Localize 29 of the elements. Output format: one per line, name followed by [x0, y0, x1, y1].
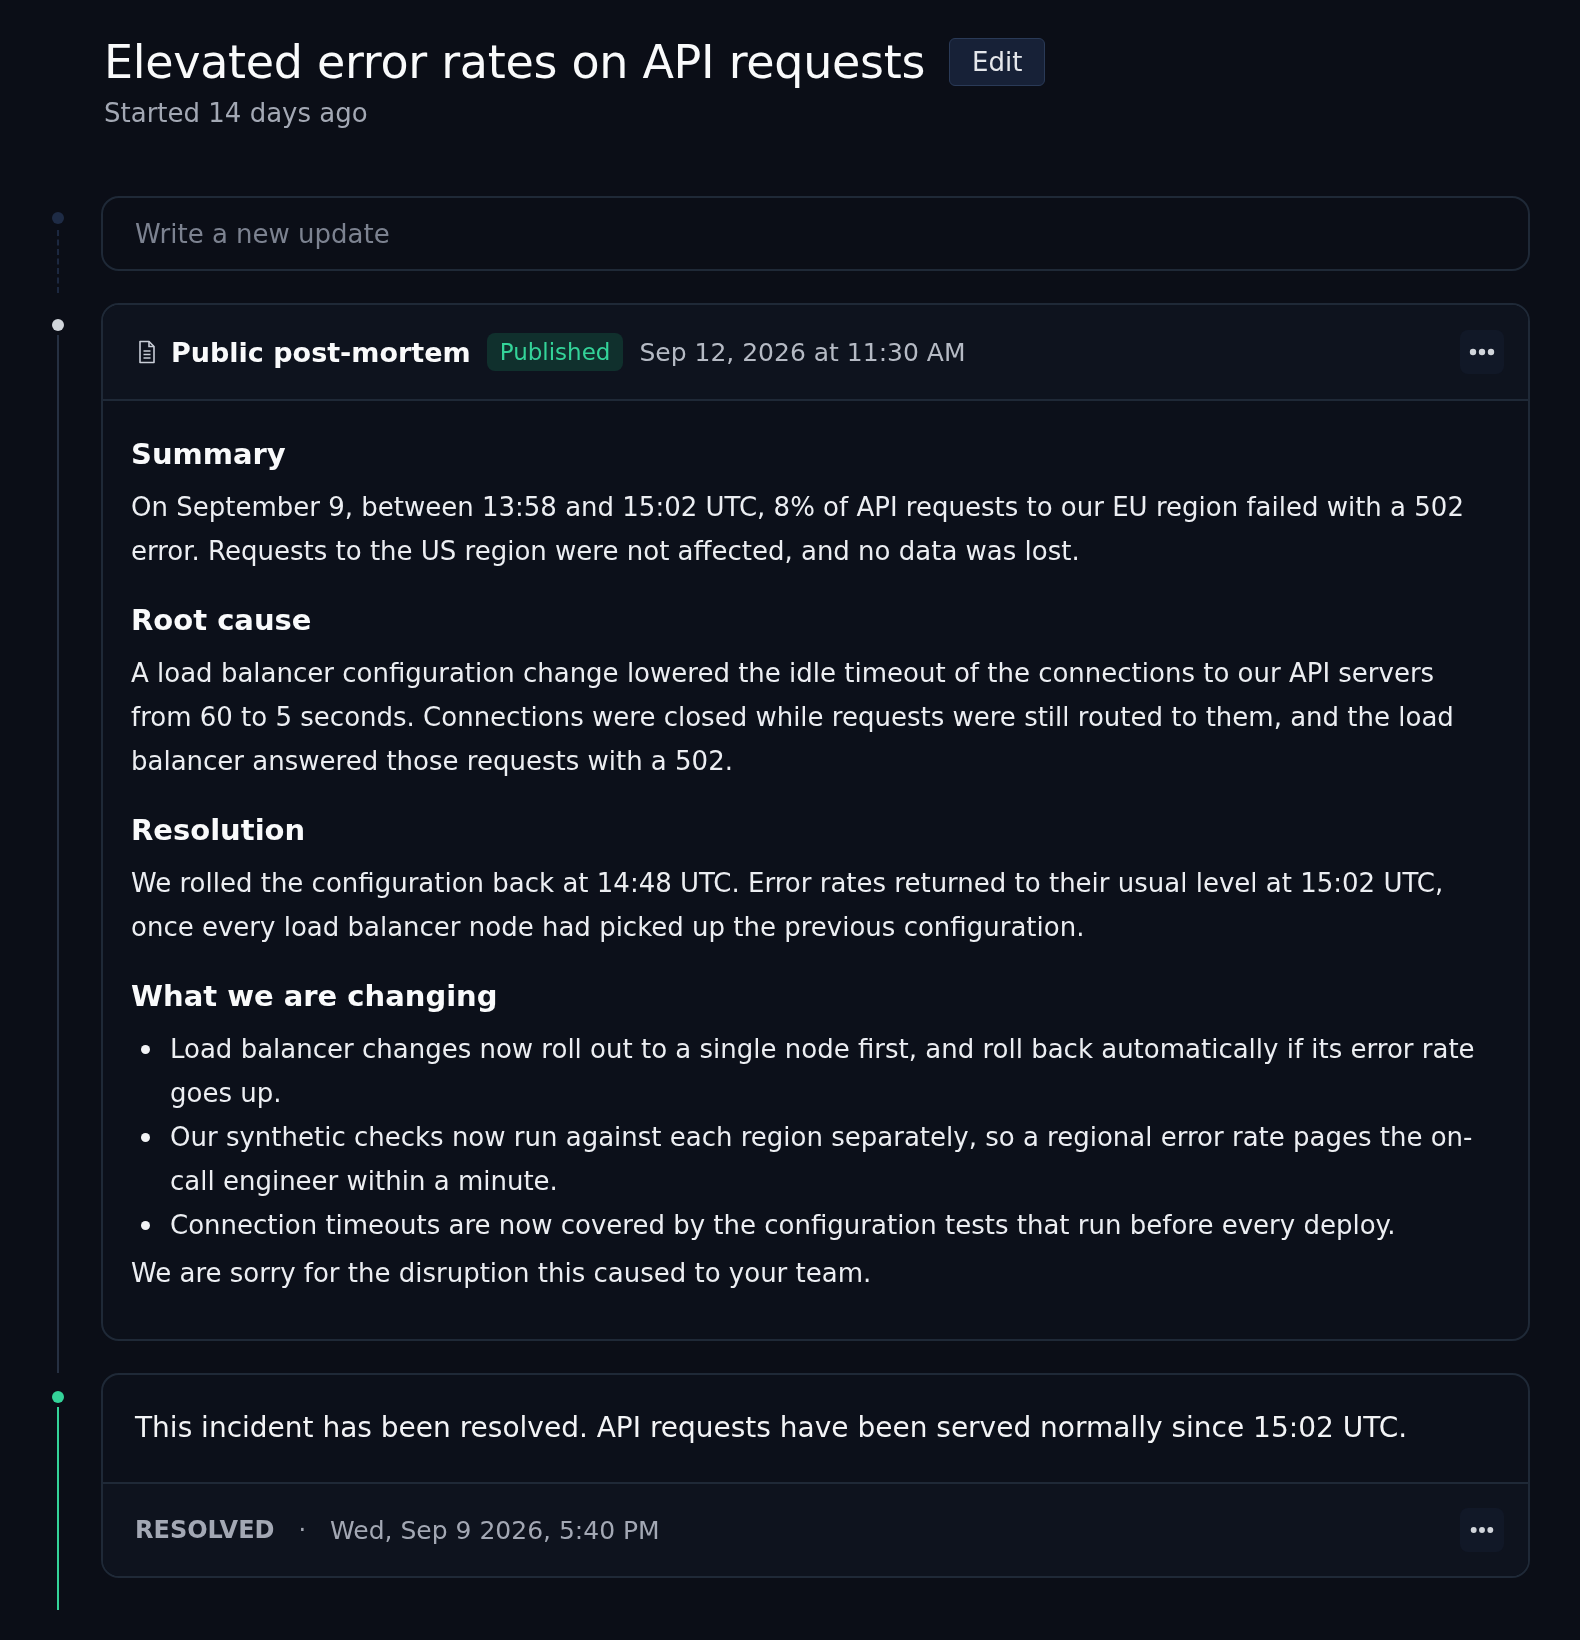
paragraph: We are sorry for the disruption this caused to your team. [131, 1257, 873, 1290]
update-field[interactable]: Write a new update [101, 196, 1530, 271]
paragraph: We rolled the configuration back at 14:48 UTC. Error rates returned to their usual level at 15:02 UTC, once every load balancer node had picked up the previous configuration. [131, 867, 1445, 944]
section-heading: Resolution [131, 813, 307, 847]
paragraph: On September 9, between 13:58 and 15:02 UTC, 8% of API requests to our EU region failed with a 502 error. Requests to the US region were not affected, and no data was lost. [131, 491, 1465, 568]
separator-dot: · [298, 1516, 307, 1544]
more-icon [1470, 1526, 1494, 1534]
status-badge: Published [486, 333, 624, 371]
bullet-icon [141, 1133, 150, 1142]
more-button[interactable] [1460, 330, 1504, 374]
post-date: Sep 12, 2026 at 11:30 AM [639, 337, 966, 367]
bullet-icon [141, 1221, 150, 1230]
more-icon [1469, 348, 1495, 356]
bullet-text: Connection timeouts are now covered by the configuration tests that run before every deploy. [170, 1209, 1396, 1242]
section-heading: What we are changing [131, 979, 499, 1013]
update-status: RESOLVED [135, 1516, 275, 1544]
section-heading: Summary [131, 437, 287, 471]
update-date: Wed, Sep 9 2026, 5:40 PM [330, 1515, 660, 1545]
paragraph: A load balancer configuration change lowered the idle timeout of the connections to our API servers from 60 to 5 seconds. Connections were closed while requests were still routed to them, and the load balancer answered those requests with a 502. [131, 657, 1455, 778]
document-icon [137, 340, 157, 364]
bullet-icon [141, 1045, 150, 1054]
bullet-text: Load balancer changes now roll out to a single node first, and roll back automatically if its error rate goes up. [170, 1033, 1476, 1110]
incident-title: Elevated error rates on API requests [104, 34, 926, 91]
started-time: Started 14 days ago [104, 98, 369, 128]
edit-button[interactable]: Edit [949, 38, 1046, 86]
bullet-text: Our synthetic checks now run against each region separately, so a regional error rate pages the on-call engineer within a minute. [170, 1121, 1474, 1198]
more-button[interactable] [1460, 1508, 1504, 1552]
post-mortem-title: Public post-mortem [171, 336, 471, 368]
section-heading: Root cause [131, 603, 313, 637]
